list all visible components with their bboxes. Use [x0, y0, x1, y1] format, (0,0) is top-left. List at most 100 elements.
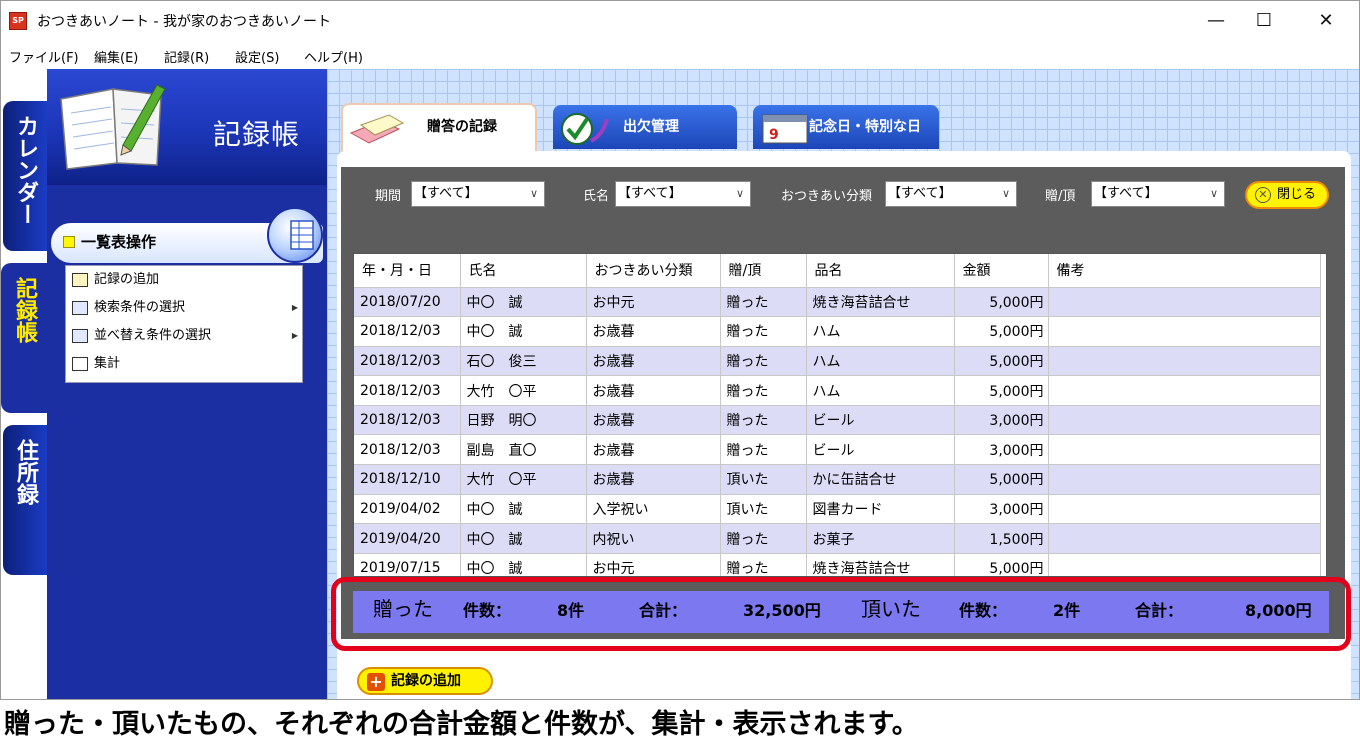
cell-amount: 5,000円 — [954, 375, 1049, 406]
cell-item: お菓子 — [806, 523, 955, 554]
cell-direction: 贈った — [720, 375, 807, 406]
summary-received-count-label: 件数： — [959, 601, 1008, 620]
add-record-label: 記録の追加 — [391, 673, 461, 689]
cell-item: 焼き海苔詰合せ — [806, 553, 955, 576]
filter-period-value: 【すべて】 — [414, 186, 478, 201]
plus-icon: + — [367, 673, 385, 691]
table-row[interactable]: 2018/07/20 中〇 誠 お中元 贈った 焼き海苔詰合せ 5,000円 — [354, 287, 1321, 318]
column-header-direction[interactable]: 贈/頂 — [720, 254, 807, 288]
table-row[interactable]: 2018/12/10 大竹 〇平 お歳暮 頂いた かに缶詰合せ 5,000円 — [354, 464, 1321, 495]
title-bar: SP おつきあいノート - 我が家のおつきあいノート — ☐ ✕ — [1, 1, 1359, 41]
sort-conditions-icon — [72, 328, 88, 343]
summary-gave-count-label: 件数： — [463, 601, 512, 620]
op-sort-conditions-label: 並べ替え条件の選択 — [94, 328, 212, 343]
chevron-down-icon: ∨ — [1001, 187, 1010, 200]
menu-file[interactable]: ファイル(F) — [9, 47, 79, 66]
filter-name-label: 氏名 — [583, 189, 610, 204]
cell-date: 2019/07/15 — [354, 553, 461, 576]
cell-date: 2018/12/03 — [354, 405, 461, 436]
cell-direction: 頂いた — [720, 494, 807, 525]
column-header-item[interactable]: 品名 — [806, 254, 955, 288]
summary-received-label: 頂いた — [861, 597, 921, 621]
tab-anniversaries[interactable]: 9 記念日・特別な日 — [753, 105, 939, 149]
tab-anniversaries-label: 記念日・特別な日 — [809, 119, 921, 135]
table-row[interactable]: 2019/04/02 中〇 誠 入学祝い 頂いた 図書カード 3,000円 — [354, 494, 1321, 525]
tab-attendance[interactable]: 出欠管理 — [553, 105, 737, 149]
cell-notes — [1048, 523, 1321, 554]
filter-name-value: 【すべて】 — [618, 186, 682, 201]
page-title: 記録帳 — [213, 118, 301, 151]
close-window-button[interactable]: ✕ — [1303, 5, 1349, 37]
column-header-date[interactable]: 年・月・日 — [354, 254, 461, 288]
op-search-conditions[interactable]: 検索条件の選択 ▶ — [72, 296, 302, 320]
cell-notes — [1048, 346, 1321, 377]
chevron-down-icon: ∨ — [529, 187, 538, 200]
menu-settings[interactable]: 設定(S) — [235, 47, 279, 66]
table-row[interactable]: 2019/04/20 中〇 誠 内祝い 贈った お菓子 1,500円 — [354, 523, 1321, 554]
summary-received-total-label: 合計： — [1135, 601, 1184, 620]
tab-gift-records-label: 贈答の記録 — [427, 119, 497, 135]
cell-category: お中元 — [586, 553, 721, 576]
svg-text:9: 9 — [769, 127, 779, 143]
cell-date: 2018/12/10 — [354, 464, 461, 495]
column-header-category[interactable]: おつきあい分類 — [586, 254, 721, 288]
column-header-name[interactable]: 氏名 — [460, 254, 587, 288]
cell-amount: 1,500円 — [954, 523, 1049, 554]
side-tab-calendar[interactable]: カレンダー — [3, 101, 47, 251]
menu-help[interactable]: ヘルプ(H) — [304, 47, 363, 66]
table-row[interactable]: 2019/07/15 中〇 誠 お中元 贈った 焼き海苔詰合せ 5,000円 — [354, 553, 1321, 576]
records-table[interactable]: 年・月・日 氏名 おつきあい分類 贈/頂 品名 金額 備考 2018/07/20… — [353, 253, 1327, 577]
side-tab-address[interactable]: 住所録 — [3, 425, 47, 575]
menu-edit[interactable]: 編集(E) — [94, 47, 138, 66]
tab-attendance-label: 出欠管理 — [623, 119, 679, 135]
check-arrow-icon — [561, 113, 609, 145]
cell-item: ビール — [806, 434, 955, 466]
table-row[interactable]: 2018/12/03 石〇 俊三 お歳暮 贈った ハム 5,000円 — [354, 346, 1321, 377]
cell-category: お歳暮 — [586, 405, 721, 436]
filter-category-select[interactable]: 【すべて】 ∨ — [885, 181, 1017, 207]
cell-direction: 贈った — [720, 287, 807, 318]
table-row[interactable]: 2018/12/03 副島 直〇 お歳暮 贈った ビール 3,000円 — [354, 434, 1321, 466]
chevron-down-icon: ∨ — [1209, 187, 1218, 200]
cell-name: 中〇 誠 — [460, 287, 587, 318]
column-header-notes[interactable]: 備考 — [1048, 254, 1321, 288]
cell-date: 2018/12/03 — [354, 375, 461, 406]
cell-category: 内祝い — [586, 523, 721, 554]
submenu-arrow-icon: ▶ — [291, 303, 298, 312]
op-summary[interactable]: 集計 — [72, 352, 120, 376]
maximize-button[interactable]: ☐ — [1241, 5, 1287, 37]
menu-record[interactable]: 記録(R) — [164, 47, 209, 66]
cell-category: お中元 — [586, 287, 721, 318]
filter-period-select[interactable]: 【すべて】 ∨ — [411, 181, 545, 207]
cell-item: ハム — [806, 316, 955, 347]
filter-direction-value: 【すべて】 — [1094, 186, 1158, 201]
cell-date: 2019/04/20 — [354, 523, 461, 554]
cell-item: ハム — [806, 346, 955, 377]
table-row[interactable]: 2018/12/03 中〇 誠 お歳暮 贈った ハム 5,000円 — [354, 316, 1321, 347]
summary-gave-total-label: 合計： — [639, 601, 688, 620]
tab-gift-records[interactable]: 贈答の記録 — [341, 103, 537, 153]
op-add-record[interactable]: 記録の追加 — [72, 268, 159, 292]
cell-category: 入学祝い — [586, 494, 721, 525]
calendar-icon: 9 — [762, 114, 808, 144]
cell-notes — [1048, 316, 1321, 347]
cell-notes — [1048, 375, 1321, 406]
cell-date: 2018/12/03 — [354, 316, 461, 347]
filter-name-select[interactable]: 【すべて】 ∨ — [615, 181, 751, 207]
op-sort-conditions[interactable]: 並べ替え条件の選択 ▶ — [72, 324, 302, 348]
cell-item: 焼き海苔詰合せ — [806, 287, 955, 318]
table-row[interactable]: 2018/12/03 日野 明〇 お歳暮 贈った ビール 3,000円 — [354, 405, 1321, 436]
add-record-button[interactable]: + 記録の追加 — [357, 667, 493, 695]
side-tab-record[interactable]: 記録帳 — [1, 263, 47, 413]
filter-direction-select[interactable]: 【すべて】 ∨ — [1091, 181, 1225, 207]
filter-direction-label: 贈/頂 — [1045, 189, 1076, 204]
table-row[interactable]: 2018/12/03 大竹 〇平 お歳暮 贈った ハム 5,000円 — [354, 375, 1321, 406]
table-grid-icon — [290, 220, 314, 250]
column-header-amount[interactable]: 金額 — [954, 254, 1049, 288]
summary-gave-count: 8件 — [557, 601, 585, 620]
cell-notes — [1048, 464, 1321, 495]
cell-item: ビール — [806, 405, 955, 436]
table-header-row: 年・月・日 氏名 おつきあい分類 贈/頂 品名 金額 備考 — [354, 254, 1321, 288]
close-list-button[interactable]: ✕ 閉じる — [1245, 181, 1329, 209]
minimize-button[interactable]: — — [1193, 5, 1239, 37]
